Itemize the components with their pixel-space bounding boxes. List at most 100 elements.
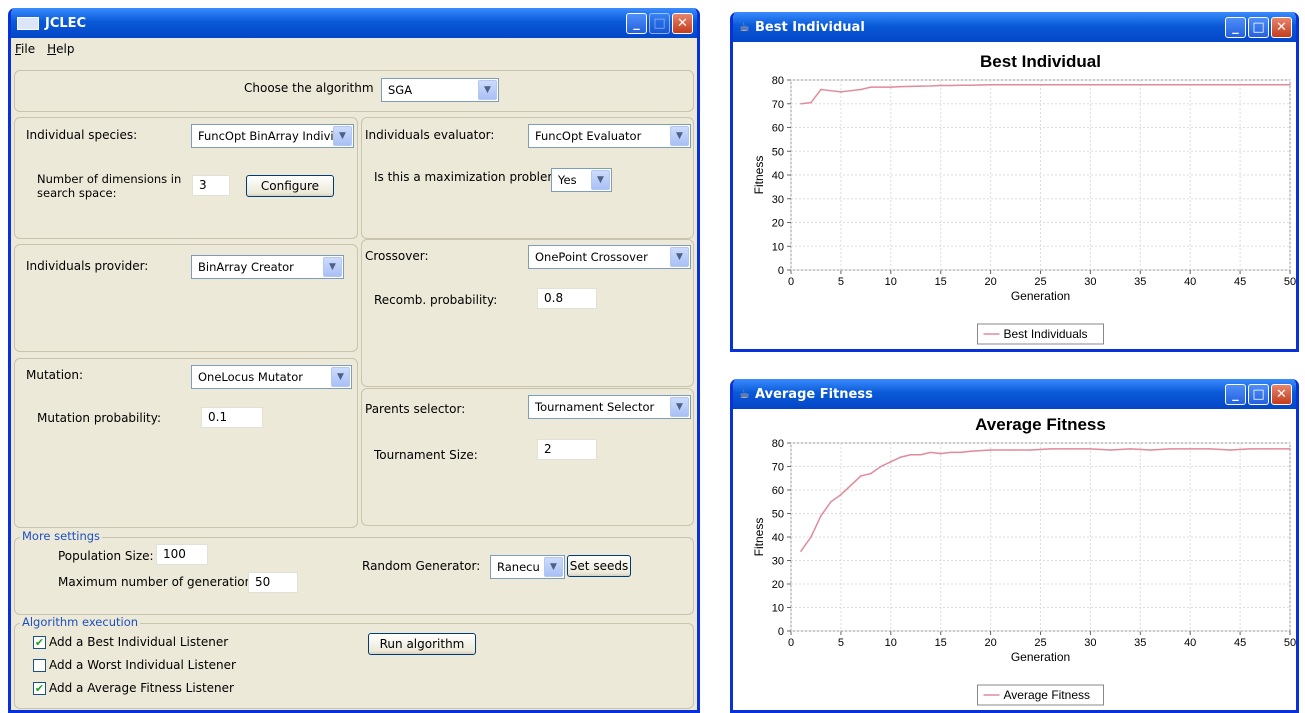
dims-label-line1: Number of dimensions in [37, 172, 182, 186]
data-point [1229, 449, 1231, 451]
chevron-down-icon[interactable]: ▼ [331, 367, 350, 387]
worst-listener-checkbox[interactable]: Add a Worst Individual Listener [33, 658, 236, 672]
max-select[interactable]: Yes ▼ [551, 168, 612, 192]
algorithm-select[interactable]: SGA ▼ [381, 78, 499, 102]
titlebar[interactable]: ☕ Average Fitness _ □ ✕ [733, 379, 1296, 409]
chevron-down-icon[interactable]: ▼ [478, 80, 497, 100]
close-icon[interactable]: ✕ [1271, 383, 1292, 405]
data-point [949, 451, 952, 454]
data-point [1169, 448, 1172, 450]
y-tick-label: 70 [772, 462, 784, 474]
mutation-label: Mutation: [26, 368, 84, 382]
x-tick-label: 25 [1034, 637, 1046, 649]
data-point [959, 451, 962, 454]
mutprob-input[interactable]: 0.1 [201, 407, 263, 428]
crossover-value: OnePoint Crossover [535, 250, 648, 264]
avg-listener-checkbox[interactable]: ✔ Add a Average Fitness Listener [33, 681, 234, 695]
max-label: Is this a maximization problem? [374, 170, 566, 184]
configure-button[interactable]: Configure [246, 175, 334, 197]
parents-select[interactable]: Tournament Selector ▼ [528, 395, 691, 419]
x-tick-label: 50 [1284, 276, 1296, 288]
y-tick-label: 80 [772, 438, 784, 450]
x-tick-label: 35 [1134, 637, 1146, 649]
mutation-select[interactable]: OneLocus Mutator ▼ [191, 365, 352, 389]
data-point [800, 550, 802, 552]
data-point [890, 86, 892, 88]
chevron-down-icon[interactable]: ▼ [591, 170, 610, 190]
titlebar[interactable]: ☕ Best Individual _ □ ✕ [733, 12, 1296, 42]
worst-listener-label: Add a Worst Individual Listener [49, 658, 236, 672]
x-tick-label: 50 [1284, 637, 1296, 649]
species-select[interactable]: FuncOpt BinArray Individ ▼ [191, 124, 354, 148]
chevron-down-icon[interactable]: ▼ [544, 557, 563, 577]
chevron-down-icon[interactable]: ▼ [333, 126, 352, 146]
evaluator-value: FuncOpt Evaluator [535, 129, 642, 143]
data-point [969, 450, 972, 453]
x-axis-label: Generation [1011, 650, 1070, 664]
minimize-icon[interactable]: _ [626, 12, 647, 34]
dims-input[interactable]: 3 [192, 175, 230, 196]
x-tick-label: 10 [885, 276, 897, 288]
data-point [1249, 448, 1251, 450]
data-point [810, 101, 812, 104]
minimize-icon[interactable]: _ [1225, 16, 1246, 38]
best-individual-window: ☕ Best Individual _ □ ✕ Best Individual 0 5… [730, 12, 1299, 352]
maxgen-input[interactable]: 50 [248, 572, 298, 593]
max-value: Yes [558, 173, 577, 187]
close-icon[interactable]: ✕ [1271, 16, 1292, 38]
x-tick-label: 35 [1134, 276, 1146, 288]
y-tick-label: 10 [772, 241, 784, 253]
chevron-down-icon[interactable]: ▼ [670, 247, 689, 267]
average-fitness-window: ☕ Average Fitness _ □ ✕ Average Fitness 0 5… [730, 379, 1299, 713]
checkmark-icon[interactable]: ✔ [33, 635, 46, 649]
best-listener-checkbox[interactable]: ✔ Add a Best Individual Listener [33, 635, 228, 649]
data-point [830, 89, 832, 92]
tourn-input[interactable]: 2 [537, 439, 597, 460]
random-select[interactable]: Ranecu ▼ [490, 555, 565, 579]
maximize-icon[interactable]: □ [649, 12, 670, 34]
provider-select[interactable]: BinArray Creator ▼ [191, 255, 344, 279]
chevron-down-icon[interactable]: ▼ [323, 257, 342, 277]
chevron-down-icon[interactable]: ▼ [670, 397, 689, 417]
mutprob-label: Mutation probability: [37, 411, 162, 425]
run-algorithm-button[interactable]: Run algorithm [368, 633, 476, 655]
species-label: Individual species: [26, 128, 138, 142]
set-seeds-button[interactable]: Set seeds [567, 555, 631, 577]
y-tick-label: 60 [772, 123, 784, 135]
menu-help[interactable]: Help [47, 42, 74, 56]
data-point [1069, 448, 1072, 450]
random-value: Ranecu [497, 560, 540, 574]
x-tick-label: 45 [1234, 637, 1246, 649]
data-point [899, 456, 902, 458]
maximize-icon[interactable]: □ [1248, 16, 1269, 38]
legend-label: Best Individuals [1004, 327, 1088, 341]
x-tick-label: 30 [1084, 276, 1096, 288]
menu-file[interactable]: File [15, 42, 35, 56]
x-axis-label: Generation [1011, 289, 1070, 303]
y-tick-label: 60 [772, 485, 784, 497]
legend-label: Average Fitness [1004, 688, 1091, 702]
dims-label-line2: search space: [37, 186, 117, 200]
y-tick-label: 70 [772, 99, 784, 111]
data-point [969, 84, 972, 87]
maximize-icon[interactable]: □ [1248, 383, 1269, 405]
evaluator-select[interactable]: FuncOpt Evaluator ▼ [528, 124, 691, 148]
checkmark-icon[interactable]: ✔ [33, 681, 46, 695]
data-point [890, 461, 892, 463]
avg-listener-label: Add a Average Fitness Listener [49, 681, 234, 695]
java-app-icon [17, 16, 39, 30]
pop-input[interactable]: 100 [156, 544, 208, 565]
checkbox-empty-icon[interactable] [33, 658, 46, 672]
y-tick-label: 20 [772, 218, 784, 230]
data-point [979, 84, 982, 86]
crossover-select[interactable]: OnePoint Crossover ▼ [528, 245, 691, 269]
minimize-icon[interactable]: _ [1225, 383, 1246, 405]
x-tick-label: 45 [1234, 276, 1246, 288]
titlebar[interactable]: JCLEC _ □ ✕ [11, 8, 697, 38]
recomb-input[interactable]: 0.8 [537, 288, 597, 309]
close-icon[interactable]: ✕ [672, 12, 693, 34]
random-label: Random Generator: [362, 559, 481, 573]
y-tick-label: 50 [772, 146, 784, 158]
data-point [929, 85, 932, 87]
chevron-down-icon[interactable]: ▼ [670, 126, 689, 146]
